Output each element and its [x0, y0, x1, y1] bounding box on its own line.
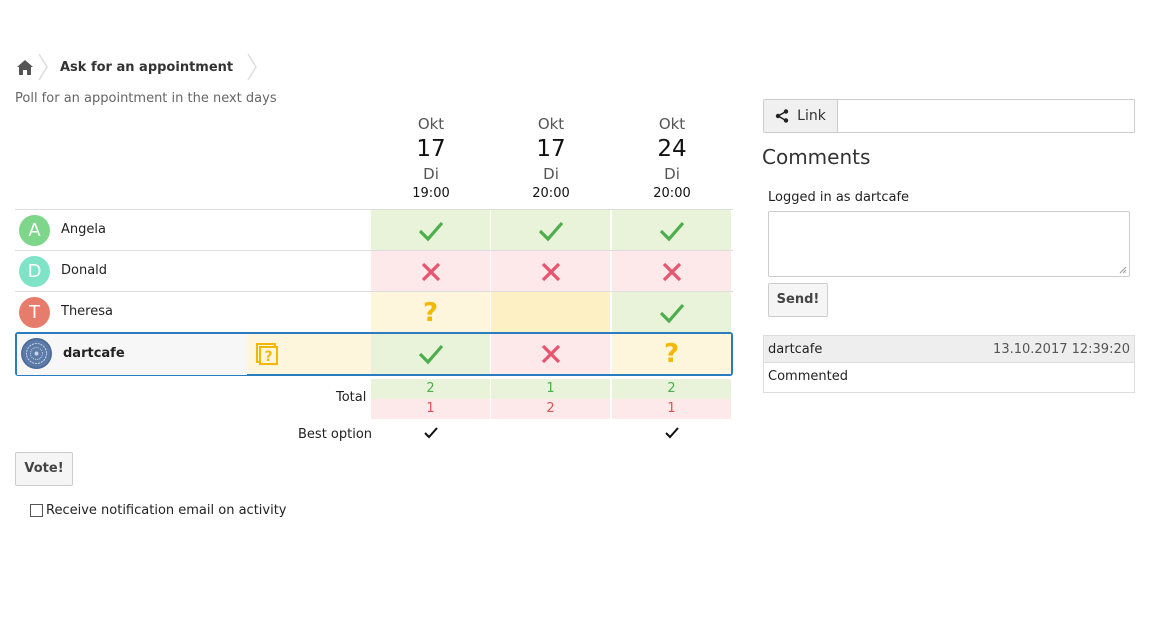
share-icon [775, 109, 789, 123]
date-day: 24 [657, 136, 687, 162]
total-no: 1 [612, 399, 731, 419]
cross-icon [541, 262, 560, 281]
vote-cell-maybe: ? [371, 292, 490, 333]
date-weekday: Di [543, 165, 559, 183]
participant-row: T Theresa ? [15, 291, 733, 333]
resize-handle-icon[interactable] [1119, 266, 1127, 274]
breadcrumb-separator-icon [38, 53, 48, 81]
participant-name-cell: A Angela [15, 210, 370, 251]
comment-item: dartcafe 13.10.2017 12:39:20 Commented [763, 335, 1135, 393]
check-icon [423, 427, 438, 439]
date-time: 20:00 [532, 186, 570, 201]
vote-cell-yes [612, 292, 731, 333]
total-yes: 1 [491, 379, 610, 399]
vote-cell-no [491, 251, 610, 292]
share-link-button[interactable]: Link [764, 100, 838, 132]
date-month: Okt [537, 115, 565, 133]
participant-name: Donald [61, 263, 108, 278]
notification-label: Receive notification email on activity [46, 503, 287, 518]
cross-icon [421, 262, 440, 281]
home-icon[interactable] [14, 56, 36, 78]
total-yes: 2 [612, 379, 731, 399]
participant-name-cell: D Donald [15, 251, 370, 292]
vote-cell-yes[interactable] [371, 334, 490, 374]
vote-cell-yes [612, 210, 731, 251]
share-link-label: Link [797, 108, 826, 124]
participant-name: Angela [61, 222, 106, 237]
logged-in-label: Logged in as dartcafe [768, 190, 910, 205]
vote-cell-yes [371, 210, 490, 251]
vote-cell-no [612, 251, 731, 292]
date-header: Okt 24 Di 20:00 [612, 114, 732, 204]
date-day: 17 [416, 136, 446, 162]
best-option-label: Best option [298, 427, 373, 442]
breadcrumb: Ask for an appointment [14, 52, 259, 82]
vote-cell-yes [491, 210, 610, 251]
send-comment-button[interactable]: Send! [768, 283, 828, 317]
poll-description: Poll for an appointment in the next days [15, 91, 277, 106]
vote-cell-empty [491, 292, 610, 333]
avatar: T [19, 297, 50, 328]
comment-author: dartcafe [768, 341, 823, 357]
svg-text:?: ? [264, 349, 272, 365]
cross-icon [541, 344, 560, 364]
date-month: Okt [417, 115, 445, 133]
avatar: A [19, 215, 50, 246]
comment-header: dartcafe 13.10.2017 12:39:20 [764, 336, 1134, 363]
best-option-mark [371, 427, 490, 443]
date-time: 20:00 [653, 186, 691, 201]
comment-text: Commented [768, 369, 848, 384]
question-icon: ? [422, 297, 439, 328]
participant-name-cell: dartcafe [17, 334, 247, 375]
question-icon: ? [663, 339, 680, 369]
date-header: Okt 17 Di 19:00 [371, 114, 491, 204]
notification-option[interactable]: Receive notification email on activity [30, 503, 287, 518]
share-link-field[interactable]: Link [763, 99, 1135, 133]
check-icon [418, 344, 443, 365]
participant-name-cell: T Theresa [15, 292, 370, 333]
toggle-all-maybe-icon[interactable]: ? [255, 342, 279, 366]
date-month: Okt [658, 115, 686, 133]
participant-row: D Donald [15, 250, 733, 292]
breadcrumb-title[interactable]: Ask for an appointment [50, 60, 245, 75]
best-option-mark [612, 427, 731, 443]
check-icon [659, 303, 684, 323]
date-day: 17 [536, 136, 566, 162]
participant-name: Theresa [61, 304, 113, 319]
check-icon [659, 221, 684, 241]
participant-row: A Angela [15, 209, 733, 251]
toggle-all-cell: ? [247, 334, 371, 374]
current-user-row[interactable]: dartcafe ? ? [15, 332, 733, 376]
vote-button[interactable]: Vote! [15, 452, 73, 486]
date-time: 19:00 [412, 186, 450, 201]
cross-icon [662, 262, 681, 281]
total-no: 2 [491, 399, 610, 419]
total-no: 1 [371, 399, 490, 419]
avatar: D [19, 256, 50, 287]
date-weekday: Di [423, 165, 439, 183]
notification-checkbox[interactable] [30, 504, 43, 517]
vote-cell-no [371, 251, 490, 292]
total-label: Total [336, 390, 367, 405]
comment-input[interactable] [768, 211, 1130, 277]
date-weekday: Di [664, 165, 680, 183]
participant-name: dartcafe [63, 346, 125, 361]
comment-date: 13.10.2017 12:39:20 [993, 341, 1130, 357]
check-icon [664, 427, 679, 439]
total-yes: 2 [371, 379, 490, 399]
vote-cell-no[interactable] [491, 334, 610, 374]
breadcrumb-separator-icon [247, 53, 258, 81]
vote-cell-maybe[interactable]: ? [612, 334, 731, 374]
avatar [21, 338, 52, 369]
check-icon [538, 221, 563, 241]
check-icon [418, 221, 443, 241]
date-header: Okt 17 Di 20:00 [491, 114, 611, 204]
comments-heading: Comments [762, 145, 871, 169]
